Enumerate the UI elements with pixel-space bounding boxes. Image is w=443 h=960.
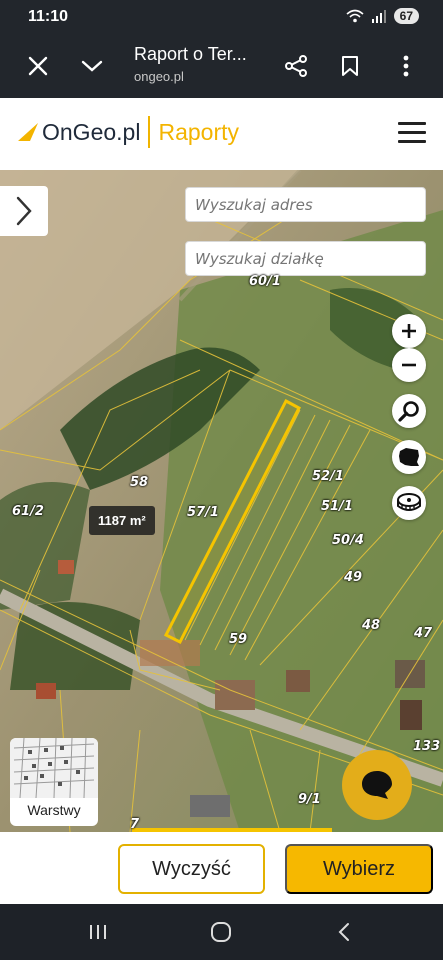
close-icon — [28, 56, 48, 76]
logo-divider — [148, 116, 151, 148]
area-measurement-label: 1187 m² — [89, 506, 155, 535]
logo-triangle-icon — [18, 123, 38, 141]
plot-label: 50/4 — [332, 533, 364, 548]
plot-label: 61/2 — [12, 504, 44, 519]
browser-toolbar: Raport o Ter... ongeo.pl — [0, 34, 443, 98]
plot-label: 51/1 — [321, 499, 353, 514]
plus-icon — [402, 324, 416, 338]
country-view-button[interactable] — [392, 440, 426, 474]
back-button[interactable] — [330, 920, 358, 944]
search-address-input[interactable] — [185, 187, 426, 222]
plot-label: 133 — [413, 739, 441, 754]
status-time: 11:10 — [28, 8, 69, 25]
measure-button[interactable] — [392, 486, 426, 520]
minus-icon — [402, 363, 416, 367]
share-button[interactable] — [280, 50, 312, 82]
poland-map-icon — [399, 448, 419, 466]
side-panel-toggle-button[interactable] — [0, 186, 48, 236]
close-button[interactable] — [22, 50, 54, 82]
search-plot-input[interactable] — [185, 241, 426, 276]
recent-apps-button[interactable] — [84, 920, 112, 944]
layers-button[interactable]: Warstwy — [10, 738, 98, 826]
home-icon — [211, 922, 231, 942]
tape-measure-icon — [397, 493, 421, 511]
clear-button[interactable]: Wyczyść — [118, 844, 265, 894]
plot-label: 48 — [362, 618, 381, 633]
page-url: ongeo.pl — [134, 69, 184, 84]
chat-bubble-icon — [362, 771, 392, 799]
select-button[interactable]: Wybierz — [285, 844, 433, 894]
plot-label: 9/1 — [298, 792, 321, 807]
page-title: Raport o Ter... — [134, 44, 247, 64]
search-map-button[interactable] — [392, 394, 426, 428]
map-view[interactable]: 1187 m² 60/1 58 61/2 57/1 52/1 51/1 50/4… — [0, 170, 443, 832]
search-icon — [398, 401, 419, 422]
layers-label: Warstwy — [27, 802, 81, 818]
share-icon — [285, 55, 307, 77]
plot-label: 47 — [414, 626, 433, 641]
chevron-right-icon — [16, 196, 32, 226]
battery-badge: 67 — [393, 8, 419, 24]
action-bar: Wyczyść Wybierz — [0, 832, 443, 904]
system-nav-bar — [0, 904, 443, 960]
status-bar: 11:10 67 — [0, 0, 443, 34]
minimize-button[interactable] — [76, 50, 108, 82]
more-vertical-icon — [403, 55, 409, 77]
plot-label: 58 — [130, 475, 149, 490]
bookmark-button[interactable] — [334, 50, 366, 82]
logo-section: Raporty — [158, 118, 239, 145]
zoom-in-button[interactable] — [392, 314, 426, 348]
hamburger-menu-button[interactable] — [398, 122, 426, 144]
site-header: OnGeo.pl Raporty — [0, 98, 443, 170]
plot-label: 52/1 — [312, 469, 344, 484]
layers-thumbnail-icon — [10, 738, 98, 799]
plot-label: 57/1 — [187, 505, 219, 520]
chat-button[interactable] — [342, 750, 412, 820]
zoom-out-button[interactable] — [392, 348, 426, 382]
status-icons: 67 — [346, 8, 419, 24]
plot-label: 60/1 — [249, 274, 281, 289]
logo-text: OnGeo.pl — [42, 118, 141, 145]
signal-icon — [371, 10, 386, 23]
plot-label: 7 — [130, 817, 140, 832]
page-info[interactable]: Raport o Ter... ongeo.pl — [134, 44, 247, 84]
recent-apps-icon — [90, 925, 106, 939]
chevron-down-icon — [81, 60, 103, 72]
plot-label: 59 — [229, 632, 248, 647]
logo[interactable]: OnGeo.pl Raporty — [16, 116, 239, 148]
home-button[interactable] — [207, 920, 235, 944]
wifi-icon — [346, 9, 364, 23]
bookmark-icon — [342, 56, 358, 76]
plot-label: 49 — [344, 570, 363, 585]
more-menu-button[interactable] — [390, 50, 422, 82]
back-icon — [338, 923, 349, 941]
